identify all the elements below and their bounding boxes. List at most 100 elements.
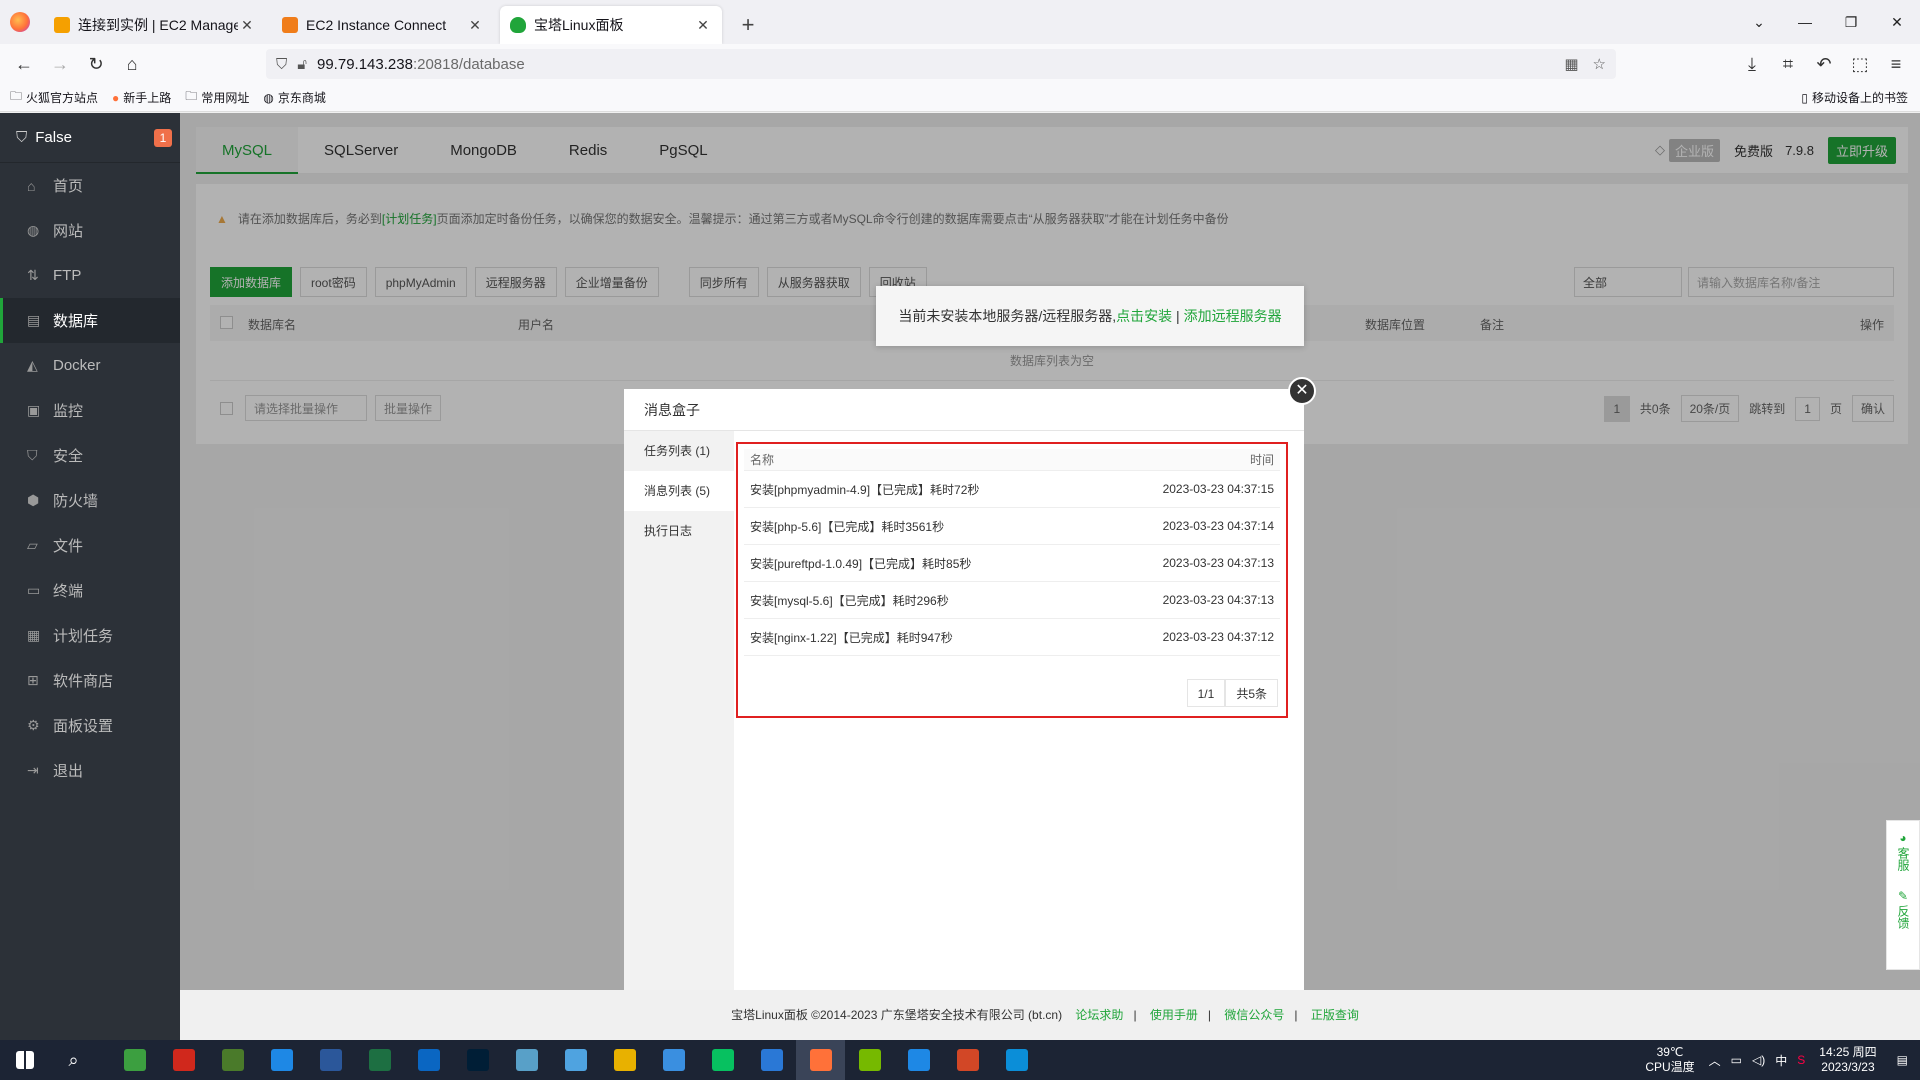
page-indicator[interactable]: 1/1 bbox=[1186, 679, 1226, 707]
bookmark-firefox-site[interactable]: 🗀︎ 火狐官方站点 bbox=[10, 87, 98, 108]
back-icon[interactable]: ← bbox=[6, 54, 42, 75]
nav-message-list[interactable]: 消息列表 (5) bbox=[624, 471, 734, 511]
taskbar-app-icon[interactable] bbox=[747, 1040, 796, 1080]
volume-icon[interactable]: ◁) bbox=[1752, 1053, 1765, 1067]
close-tab-icon[interactable]: ✕ bbox=[466, 17, 484, 34]
new-tab-icon[interactable]: + bbox=[734, 12, 762, 38]
extensions-icon[interactable]: ⬚ bbox=[1842, 54, 1878, 75]
taskbar-app-icon[interactable] bbox=[404, 1040, 453, 1080]
sidebar-item[interactable]: ⚙ 面板设置 bbox=[0, 703, 180, 748]
message-time: 2023-03-23 04:37:15 bbox=[1162, 482, 1274, 496]
col-name: 名称 bbox=[750, 453, 775, 467]
message-table: 名称 时间 安装[phpmyadmin-4.9]【已完成】耗时72秒 2023-0… bbox=[744, 449, 1280, 656]
bookmark-mobile[interactable]: ▯ 移动设备上的书签 bbox=[1801, 89, 1908, 106]
tab-title: 连接到实例 | EC2 Managemen bbox=[78, 17, 238, 33]
home-icon[interactable]: ⌂ bbox=[114, 54, 150, 75]
ime-indicator[interactable]: 中 bbox=[1775, 1052, 1787, 1069]
message-badge[interactable]: 1 bbox=[154, 128, 172, 147]
taskbar-app-icon[interactable] bbox=[649, 1040, 698, 1080]
sogou-icon[interactable]: S bbox=[1797, 1053, 1805, 1067]
folder-icon: 🗀︎ bbox=[10, 89, 23, 103]
bookmark-star-icon[interactable]: ☆ bbox=[1593, 55, 1606, 73]
close-window-icon[interactable]: ✕ bbox=[1874, 14, 1920, 31]
sidebar-item-icon: ⇥ bbox=[27, 762, 39, 778]
bookmark-getting-started[interactable]: ● 新手上路 bbox=[112, 89, 171, 106]
tab-ec2-management[interactable]: 连接到实例 | EC2 Managemen ✕ bbox=[44, 6, 266, 44]
taskbar-app-icon[interactable] bbox=[306, 1040, 355, 1080]
sidebar-item[interactable]: ▣ 监控 bbox=[0, 388, 180, 433]
tab-ec2-instance-connect[interactable]: EC2 Instance Connect ✕ bbox=[272, 6, 494, 44]
network-icon[interactable]: ▭ bbox=[1731, 1053, 1742, 1067]
sidebar-item[interactable]: ⇅ FTP bbox=[0, 253, 180, 298]
restore-icon[interactable]: ❐ bbox=[1828, 14, 1874, 31]
sidebar-item[interactable]: ◭ Docker bbox=[0, 343, 180, 388]
message-name: 安装[php-5.6]【已完成】耗时3561秒 bbox=[750, 519, 945, 534]
clock-date: 2023/3/23 bbox=[1821, 1060, 1875, 1074]
sidebar-item[interactable]: ▤ 数据库 bbox=[0, 298, 180, 343]
sidebar-item[interactable]: ◍ 网站 bbox=[0, 208, 180, 253]
sidebar-item[interactable]: ▦ 计划任务 bbox=[0, 613, 180, 658]
install-link[interactable]: 点击安装 bbox=[1116, 308, 1172, 324]
reload-icon[interactable]: ↻ bbox=[78, 54, 114, 75]
license-link[interactable]: 正版查询 bbox=[1311, 1008, 1359, 1022]
downloads-icon[interactable]: ⤓ bbox=[1734, 54, 1770, 75]
add-remote-link[interactable]: 添加远程服务器 bbox=[1184, 308, 1282, 324]
manual-link[interactable]: 使用手册 bbox=[1150, 1008, 1198, 1022]
forward-icon[interactable]: → bbox=[42, 54, 78, 75]
bookmark-label: 新手上路 bbox=[123, 91, 172, 105]
taskbar-app-icon[interactable] bbox=[355, 1040, 404, 1080]
taskbar-app-icon[interactable] bbox=[208, 1040, 257, 1080]
sidebar-item[interactable]: ▭ 终端 bbox=[0, 568, 180, 613]
bookmark-common-sites[interactable]: 🗀︎ 常用网址 bbox=[185, 87, 249, 108]
taskbar-app-icon[interactable] bbox=[257, 1040, 306, 1080]
taskbar-app-icon[interactable] bbox=[110, 1040, 159, 1080]
sidebar-item[interactable]: ⌂ 首页 bbox=[0, 163, 180, 208]
search-icon[interactable]: ⌕ bbox=[49, 1040, 98, 1080]
sidebar-item[interactable]: ⇥ 退出 bbox=[0, 748, 180, 793]
close-tab-icon[interactable]: ✕ bbox=[238, 17, 256, 34]
tab-list-chevron-icon[interactable]: ⌄ bbox=[1736, 14, 1782, 31]
feedback-button[interactable]: 反馈 bbox=[1896, 905, 1910, 929]
sidebar-item[interactable]: ▱ 文件 bbox=[0, 523, 180, 568]
qr-code-icon[interactable]: ▦ bbox=[1564, 55, 1578, 73]
bookmark-jd[interactable]: ◍ 京东商城 bbox=[263, 89, 326, 106]
lock-insecure-icon[interactable]: 🔓︎ bbox=[297, 56, 307, 73]
taskbar-app-icon[interactable] bbox=[159, 1040, 208, 1080]
nav-task-list[interactable]: 任务列表 (1) bbox=[624, 431, 734, 471]
notification-icon[interactable]: ▤ bbox=[1897, 1053, 1908, 1067]
nav-exec-log[interactable]: 执行日志 bbox=[624, 511, 734, 551]
customer-service-button[interactable]: 客服 bbox=[1896, 847, 1910, 871]
forum-link[interactable]: 论坛求助 bbox=[1075, 1008, 1123, 1022]
hamburger-menu-icon[interactable]: ≡ bbox=[1878, 54, 1914, 75]
taskbar-app-icon[interactable] bbox=[845, 1040, 894, 1080]
sidebar-item[interactable]: ⛉ 安全 bbox=[0, 433, 180, 478]
shield-icon[interactable]: ⛉ bbox=[276, 56, 287, 73]
windows-start-icon[interactable] bbox=[0, 1040, 49, 1080]
taskbar-app-icon[interactable] bbox=[796, 1040, 845, 1080]
message-name: 安装[mysql-5.6]【已完成】耗时296秒 bbox=[750, 593, 949, 608]
wechat-link[interactable]: 微信公众号 bbox=[1224, 1008, 1284, 1022]
copyright: 宝塔Linux面板 ©2014-2023 广东堡塔安全技术有限公司 (bt.cn… bbox=[731, 1008, 1063, 1022]
firefox-menu-icon[interactable] bbox=[10, 12, 30, 32]
taskbar-app-icon[interactable] bbox=[502, 1040, 551, 1080]
close-tab-icon[interactable]: ✕ bbox=[694, 17, 712, 34]
tray-chevron-icon[interactable]: ︿ bbox=[1709, 1052, 1721, 1069]
tab-bt-panel[interactable]: 宝塔Linux面板 ✕ bbox=[500, 6, 722, 44]
taskbar-app-icon[interactable] bbox=[698, 1040, 747, 1080]
sidebar-item[interactable]: ⬢ 防火墙 bbox=[0, 478, 180, 523]
message-name: 安装[pureftpd-1.0.49]【已完成】耗时85秒 bbox=[750, 556, 972, 571]
taskbar-app-icon[interactable] bbox=[943, 1040, 992, 1080]
taskbar-app-icon[interactable] bbox=[600, 1040, 649, 1080]
screenshot-icon[interactable]: ⌗ bbox=[1770, 54, 1806, 75]
taskbar-app-icon[interactable] bbox=[453, 1040, 502, 1080]
sidebar-item-icon: ⊞ bbox=[27, 672, 39, 688]
taskbar-app-icon[interactable] bbox=[551, 1040, 600, 1080]
minimize-icon[interactable]: — bbox=[1782, 14, 1828, 30]
taskbar-app-icon[interactable] bbox=[894, 1040, 943, 1080]
undo-icon[interactable]: ↶ bbox=[1806, 54, 1842, 75]
close-icon[interactable]: ✕ bbox=[1288, 377, 1316, 405]
taskbar-app-icon[interactable] bbox=[992, 1040, 1041, 1080]
clock[interactable]: 14:25 周四 2023/3/23 bbox=[1819, 1045, 1876, 1075]
url-bar[interactable]: ⛉ 🔓︎ 99.79.143.238:20818/database ▦ ☆ bbox=[266, 49, 1616, 79]
sidebar-item[interactable]: ⊞ 软件商店 bbox=[0, 658, 180, 703]
